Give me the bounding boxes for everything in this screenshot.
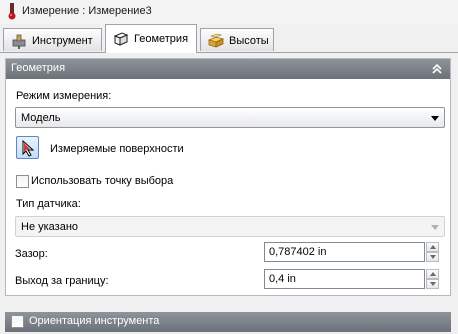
tab-tool-label: Инструмент xyxy=(32,35,93,47)
probe-icon xyxy=(8,3,16,20)
tab-geometry-label: Геометрия xyxy=(134,33,189,45)
use-point-label: Использовать точку выбора xyxy=(31,175,174,187)
clearance-spinner[interactable] xyxy=(426,242,439,262)
mode-select-value: Модель xyxy=(21,112,61,124)
surfaces-label: Измеряемые поверхности xyxy=(50,143,184,155)
spin-up-icon[interactable] xyxy=(426,269,439,279)
mode-select[interactable]: Модель xyxy=(15,107,445,128)
tool-orientation-header[interactable]: Ориентация инструмента xyxy=(5,312,451,332)
spin-down-icon[interactable] xyxy=(426,279,439,289)
overshoot-spinner[interactable] xyxy=(426,269,439,289)
window-title: Измерение : Измерение3 xyxy=(22,5,152,17)
tab-heights-label: Высоты xyxy=(229,35,269,47)
clearance-value: 0,787402 in xyxy=(269,246,327,258)
tab-heights[interactable]: Высоты xyxy=(200,28,274,51)
clearance-label: Зазор: xyxy=(15,248,48,260)
tool-icon xyxy=(12,34,26,49)
overshoot-value: 0,4 in xyxy=(269,273,296,285)
sensor-type-select[interactable]: Не указано xyxy=(15,216,445,237)
overshoot-input[interactable]: 0,4 in xyxy=(264,269,425,289)
cursor-arrow-icon xyxy=(22,140,35,157)
tab-geometry[interactable]: Геометрия xyxy=(105,24,197,53)
tab-tool[interactable]: Инструмент xyxy=(3,28,102,51)
tool-orientation-label: Ориентация инструмента xyxy=(29,315,160,327)
use-point-checkbox[interactable] xyxy=(16,175,29,188)
chevron-down-icon xyxy=(431,116,439,121)
spin-up-icon[interactable] xyxy=(426,242,439,252)
title-bar: Измерение : Измерение3 xyxy=(0,0,458,24)
geometry-panel-title: Геометрия xyxy=(11,62,66,74)
heights-icon xyxy=(208,33,224,48)
collapse-up-icon[interactable] xyxy=(429,61,445,77)
sensor-type-label: Тип датчика: xyxy=(16,198,81,210)
sensor-type-value: Не указано xyxy=(21,221,79,233)
spin-down-icon[interactable] xyxy=(426,252,439,262)
select-surfaces-button[interactable] xyxy=(16,136,39,159)
geometry-cube-icon xyxy=(113,32,129,46)
geometry-panel-header[interactable]: Геометрия xyxy=(6,59,450,79)
tool-orientation-checkbox[interactable] xyxy=(11,315,24,328)
tab-divider xyxy=(0,52,458,53)
chevron-down-icon xyxy=(431,225,439,230)
overshoot-label: Выход за границу: xyxy=(15,275,109,287)
tab-strip: Инструмент Геометрия Высоты xyxy=(0,24,458,53)
mode-label: Режим измерения: xyxy=(16,90,112,102)
clearance-input[interactable]: 0,787402 in xyxy=(264,242,425,262)
